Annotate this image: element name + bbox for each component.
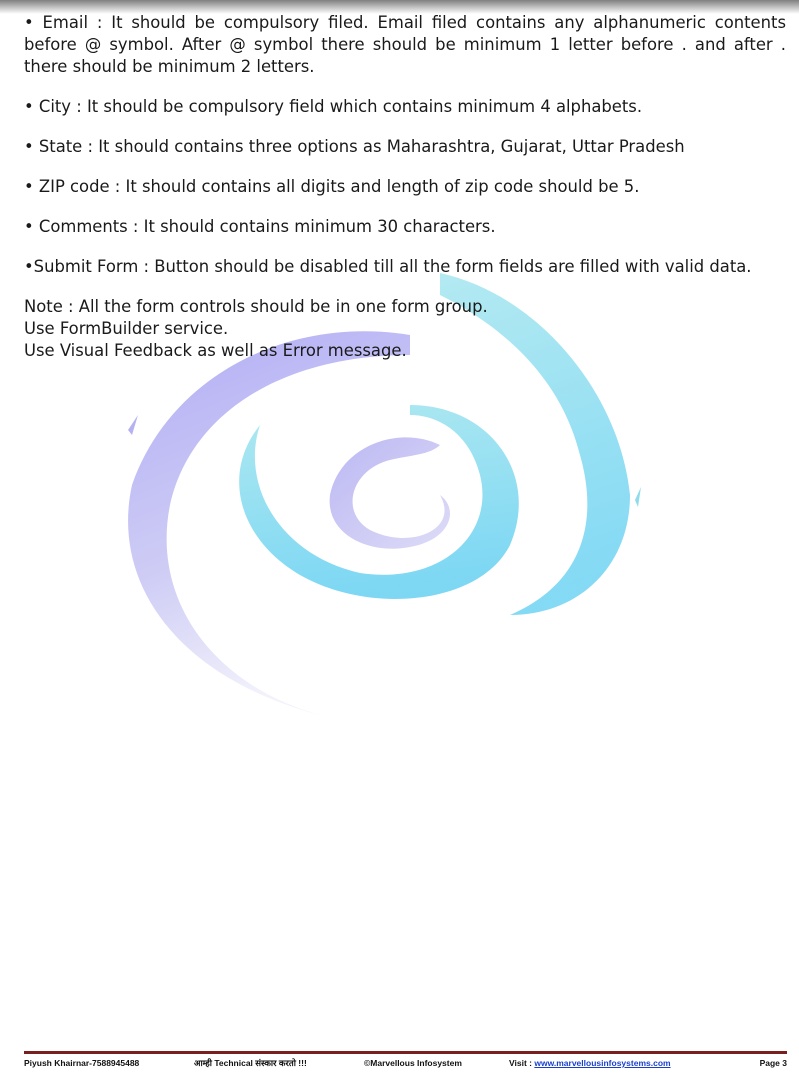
note-line: Note : All the form controls should be i… bbox=[24, 297, 488, 316]
submit-requirement: •Submit Form : Button should be disabled… bbox=[24, 257, 752, 276]
city-requirement: • City : It should be compulsory field w… bbox=[24, 97, 643, 116]
swirl-inner-purple bbox=[329, 437, 450, 549]
swirl-accent-shard-right bbox=[635, 487, 641, 507]
document-body: • Email : It should be compulsory filed.… bbox=[24, 12, 786, 362]
page-footer: Piyush Khairnar-7588945488 आम्ही Technic… bbox=[24, 1051, 787, 1068]
footer-visit: Visit : www.marvellousinfosystems.com bbox=[509, 1058, 671, 1068]
zip-requirement: • ZIP code : It should contains all digi… bbox=[24, 177, 640, 196]
note-block: Note : All the form controls should be i… bbox=[24, 296, 786, 362]
comments-requirement: • Comments : It should contains minimum … bbox=[24, 217, 496, 236]
footer-page-number: Page 3 bbox=[759, 1058, 787, 1068]
email-requirement: • Email : It should be compulsory filed.… bbox=[24, 13, 786, 76]
note-line: Use Visual Feedback as well as Error mes… bbox=[24, 341, 407, 360]
state-requirement: • State : It should contains three optio… bbox=[24, 137, 685, 156]
footer-visit-label: Visit : bbox=[509, 1058, 535, 1068]
footer-website-link[interactable]: www.marvellousinfosystems.com bbox=[534, 1058, 670, 1068]
footer-copyright: ©Marvellous Infosystem bbox=[364, 1058, 462, 1068]
note-line: Use FormBuilder service. bbox=[24, 319, 229, 338]
footer-author: Piyush Khairnar-7588945488 bbox=[24, 1058, 140, 1068]
swirl-middle-cyan-ring bbox=[239, 405, 519, 599]
swirl-accent-shard-left bbox=[128, 415, 138, 435]
footer-tagline: आम्ही Technical संस्कार करतो !!! bbox=[194, 1058, 307, 1068]
